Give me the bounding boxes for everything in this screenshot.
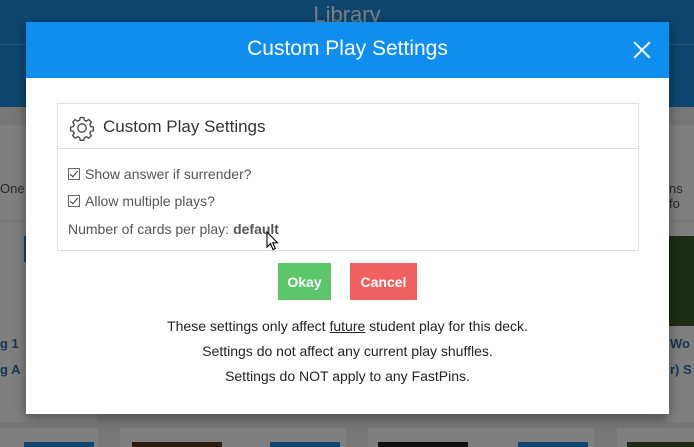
allow-multiple-plays-checkbox[interactable] <box>68 195 80 207</box>
settings-note-shuffles: Settings do not affect any current play … <box>202 343 493 359</box>
note-text: These settings only affect <box>167 318 330 334</box>
note-underlined-text: future <box>329 318 366 334</box>
allow-multiple-plays-label: Allow multiple plays? <box>85 193 215 209</box>
settings-panel-title: Custom Play Settings <box>103 117 266 136</box>
settings-note-future: These settings only affect future studen… <box>26 318 669 334</box>
settings-note-fastpins: Settings do NOT apply to any FastPins. <box>225 368 470 384</box>
okay-button[interactable]: Okay <box>278 263 331 300</box>
cards-per-play-label: Number of cards per play: <box>68 221 230 237</box>
note-text: student play for this deck. <box>365 318 528 334</box>
custom-play-settings-dialog: Custom Play Settings Custom Play Setting… <box>26 22 669 414</box>
allow-multiple-plays-option[interactable]: Allow multiple plays? <box>68 193 215 209</box>
show-answer-label: Show answer if surrender? <box>85 166 252 182</box>
dialog-header: Custom Play Settings <box>26 22 669 78</box>
mouse-cursor-icon <box>266 231 279 251</box>
gear-icon <box>69 116 95 141</box>
settings-panel: Custom Play Settings Show answer if surr… <box>57 103 639 251</box>
dialog-title: Custom Play Settings <box>247 37 448 60</box>
cancel-button[interactable]: Cancel <box>350 263 417 300</box>
show-answer-option[interactable]: Show answer if surrender? <box>68 166 252 182</box>
close-icon[interactable] <box>631 39 653 61</box>
settings-panel-header: Custom Play Settings <box>58 104 638 149</box>
show-answer-checkbox[interactable] <box>68 168 80 180</box>
cards-per-play-setting: Number of cards per play: default <box>68 221 279 237</box>
